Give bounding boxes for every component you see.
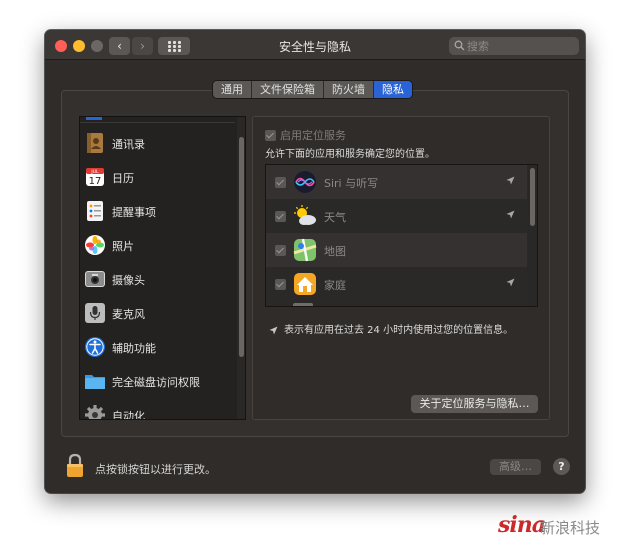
- location-services-pane: 启用定位服务 允许下面的应用和服务确定您的位置。 Siri 与听写 天气 地图 …: [252, 116, 550, 420]
- app-row-siri[interactable]: Siri 与听写: [266, 165, 527, 199]
- contacts-icon: [87, 133, 103, 153]
- microphone-icon: [85, 303, 105, 323]
- photos-icon: [85, 235, 105, 255]
- tab-general[interactable]: 通用: [213, 81, 252, 98]
- gear-icon: [85, 405, 105, 419]
- privacy-category-list: 通讯录 JUL 17 日历 提醒事项 照片 摄像头 麦克风 辅助功能 完全磁盘访…: [79, 116, 246, 420]
- recent-use-note: 表示有应用在过去 24 小时内使用过您的位置信息。: [269, 321, 513, 336]
- sina-logo: sina: [498, 512, 546, 538]
- privacy-content-box: 通讯录 JUL 17 日历 提醒事项 照片 摄像头 麦克风 辅助功能 完全磁盘访…: [61, 90, 569, 437]
- partial-item-icon: [86, 117, 102, 120]
- calendar-month-text: JUL: [90, 169, 99, 175]
- sidebar-item-automation[interactable]: 自动化: [80, 399, 235, 420]
- location-arrow-icon: [506, 278, 515, 287]
- about-location-privacy-button[interactable]: 关于定位服务与隐私…: [411, 395, 538, 413]
- app-checkbox[interactable]: [275, 211, 286, 222]
- sidebar-item-calendar[interactable]: JUL 17 日历: [80, 161, 235, 195]
- enable-location-label: 启用定位服务: [280, 129, 346, 142]
- app-row-home[interactable]: 家庭: [266, 267, 527, 301]
- sidebar-item-label: 自动化: [112, 410, 145, 420]
- sidebar-item-label: 提醒事项: [112, 206, 156, 219]
- app-label: Siri 与听写: [324, 177, 379, 190]
- app-list-scroll-thumb[interactable]: [530, 168, 535, 226]
- sidebar-scrollbar[interactable]: [237, 117, 245, 419]
- advanced-button[interactable]: 高级…: [490, 459, 541, 475]
- sidebar-scroll-thumb[interactable]: [239, 137, 244, 357]
- sidebar-item-label: 辅助功能: [112, 342, 156, 355]
- tab-bar: 通用 文件保险箱 防火墙 隐私: [213, 81, 412, 98]
- sidebar-item-label: 完全磁盘访问权限: [112, 376, 200, 389]
- lock-icon[interactable]: [65, 453, 85, 479]
- calendar-day-text: 17: [89, 176, 102, 187]
- preferences-window: ‹ › 安全性与隐私 通讯录 JUL17 日历 提: [45, 30, 585, 493]
- tab-filevault[interactable]: 文件保险箱: [252, 81, 324, 98]
- calendar-icon: JUL17: [86, 168, 104, 187]
- accessibility-icon: [85, 337, 105, 357]
- location-app-list: Siri 与听写 天气 地图 家庭: [265, 164, 538, 307]
- app-checkbox[interactable]: [275, 245, 286, 256]
- app-label: 地图: [324, 245, 346, 258]
- enable-location-checkbox[interactable]: [265, 129, 276, 141]
- sidebar-item-contacts[interactable]: 通讯录: [80, 127, 235, 161]
- sidebar-item-microphone[interactable]: 麦克风: [80, 297, 235, 331]
- sidebar-item-reminders[interactable]: 提醒事项: [80, 195, 235, 229]
- reminders-icon: [87, 201, 103, 221]
- app-label: 天气: [324, 211, 346, 224]
- app-row-weather[interactable]: 天气: [266, 199, 527, 233]
- help-button[interactable]: ?: [553, 458, 570, 475]
- sidebar-item-label: 日历: [112, 172, 134, 185]
- partial-app-icon: [293, 303, 313, 306]
- camera-icon: [85, 271, 105, 287]
- sidebar-item-label: 照片: [112, 240, 134, 253]
- sidebar-item-label: 麦克风: [112, 308, 145, 321]
- sidebar-item-photos[interactable]: 照片: [80, 229, 235, 263]
- app-row-maps[interactable]: 地图: [266, 233, 527, 267]
- sina-watermark-text: 新浪科技: [540, 519, 601, 537]
- home-icon: [294, 273, 316, 295]
- recent-use-text: 表示有应用在过去 24 小时内使用过您的位置信息。: [284, 325, 514, 336]
- location-description: 允许下面的应用和服务确定您的位置。: [265, 149, 435, 160]
- search-icon: [454, 40, 465, 51]
- sidebar-item-accessibility[interactable]: 辅助功能: [80, 331, 235, 365]
- title-bar: ‹ › 安全性与隐私: [45, 30, 585, 60]
- folder-icon: [85, 375, 105, 389]
- location-arrow-icon: [506, 176, 515, 185]
- sidebar-item-label: 通讯录: [112, 138, 145, 151]
- siri-icon: [294, 171, 316, 193]
- sidebar-item-camera[interactable]: 摄像头: [80, 263, 235, 297]
- maps-icon: [293, 238, 317, 262]
- sidebar-item-label: 摄像头: [112, 274, 145, 287]
- lock-hint-text: 点按锁按钮以进行更改。: [95, 463, 216, 476]
- location-arrow-icon: [269, 326, 278, 334]
- app-label: 家庭: [324, 279, 346, 292]
- app-list-scrollbar[interactable]: [527, 165, 537, 306]
- search-input[interactable]: [467, 37, 575, 55]
- app-checkbox[interactable]: [275, 279, 286, 290]
- enable-location-row: 启用定位服务: [265, 127, 346, 143]
- tab-firewall[interactable]: 防火墙: [324, 81, 374, 98]
- weather-icon: [294, 205, 316, 225]
- app-checkbox[interactable]: [275, 177, 286, 188]
- sidebar-item-full-disk-access[interactable]: 完全磁盘访问权限: [80, 365, 235, 399]
- list-divider: [80, 122, 235, 123]
- search-field[interactable]: [449, 37, 579, 55]
- tab-privacy[interactable]: 隐私: [374, 81, 412, 98]
- location-arrow-icon: [506, 210, 515, 219]
